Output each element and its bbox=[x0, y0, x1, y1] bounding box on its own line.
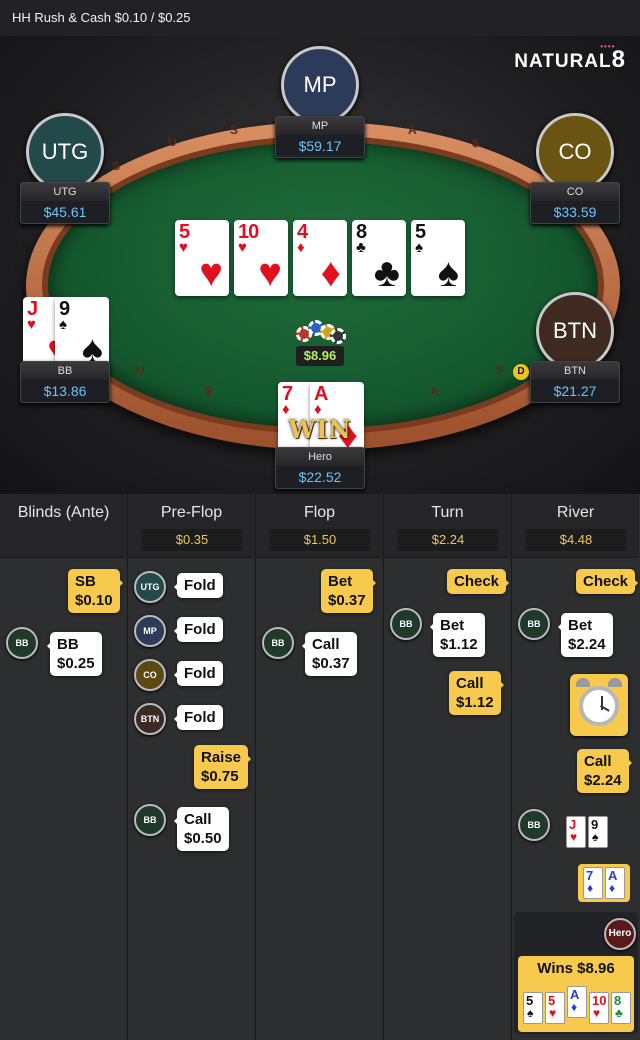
action-bubble: Fold bbox=[174, 573, 223, 598]
poker-table-area: NATURAL8 •••• S U A $ S U $ A S MP MP $59.… bbox=[0, 36, 640, 494]
action-history: Blinds (Ante) Pre-Flop $0.35 Flop $1.50 Tu… bbox=[0, 494, 640, 1040]
shown-card: J ♥ bbox=[566, 816, 586, 848]
seat-mp-nameplate: MP $59.17 bbox=[275, 116, 365, 158]
rail-text: $ bbox=[472, 136, 479, 150]
action-bubble: Check bbox=[447, 569, 510, 594]
board-card: 5 ♥ ♥ bbox=[175, 220, 229, 296]
position-badge-bb: BB bbox=[262, 627, 294, 659]
shown-card: A ♦ bbox=[605, 867, 625, 899]
win-badge: WIN bbox=[288, 415, 352, 444]
action-bubble: Call $1.12 bbox=[449, 671, 504, 715]
hand-history-title: HH Rush & Cash $0.10 / $0.25 bbox=[0, 0, 640, 36]
position-badge-btn: BTN bbox=[134, 703, 166, 735]
rail-text: S bbox=[230, 123, 239, 137]
position-badge-bb: BB bbox=[6, 627, 38, 659]
action-bubble: Bet $0.37 bbox=[321, 569, 376, 613]
action-bubble: Fold bbox=[174, 705, 223, 730]
action-bubble: Bet $1.12 bbox=[430, 613, 485, 657]
position-badge-bb: BB bbox=[134, 804, 166, 836]
action-bubble: Fold bbox=[174, 661, 223, 686]
action-bubble: Bet $2.24 bbox=[558, 613, 613, 657]
position-badge-utg: UTG bbox=[134, 571, 166, 603]
time-bank-alarm-clock-icon bbox=[570, 674, 628, 736]
street-title: Pre-Flop bbox=[160, 504, 223, 521]
position-badge-bb: BB bbox=[518, 608, 550, 640]
seat-utg-nameplate: UTG $45.61 bbox=[20, 182, 110, 224]
seat-co-nameplate: CO $33.59 bbox=[530, 182, 620, 224]
rail-text: U bbox=[136, 363, 145, 377]
best-hand-card: 5 ♥ bbox=[545, 992, 565, 1024]
best-hand-card: 8 ♣ bbox=[611, 992, 631, 1024]
action-bubble: Check bbox=[576, 569, 639, 594]
board-card: 8 ♣ ♣ bbox=[352, 220, 406, 296]
rail-text: S bbox=[112, 159, 121, 173]
rail-text: S bbox=[496, 363, 505, 377]
winner-panel: Hero Wins $8.96 5 ♠ 5 ♥ A ♦ 10 ♥ 8 ♣ bbox=[514, 912, 638, 1034]
seat-utg-avatar[interactable]: UTG bbox=[26, 113, 104, 191]
natural8-logo: NATURAL8 •••• bbox=[514, 42, 626, 73]
street-title: Blinds (Ante) bbox=[17, 504, 110, 521]
seat-bb-nameplate: BB $13.86 bbox=[20, 361, 110, 403]
shown-card: 7 ♦ bbox=[583, 867, 603, 899]
position-badge-co: CO bbox=[134, 659, 166, 691]
best-hand-card: 10 ♥ bbox=[589, 992, 609, 1024]
action-bubble: Call $0.37 bbox=[302, 632, 357, 676]
wins-amount: Wins $8.96 bbox=[537, 960, 615, 977]
position-badge-hero: Hero bbox=[604, 918, 636, 950]
board-card: 5 ♠ ♠ bbox=[411, 220, 465, 296]
street-title: River bbox=[556, 504, 595, 521]
action-bubble: BB $0.25 bbox=[47, 632, 102, 676]
position-badge-bb: BB bbox=[390, 608, 422, 640]
shown-card: 9 ♠ bbox=[588, 816, 608, 848]
seat-btn-avatar[interactable]: BTN bbox=[536, 292, 614, 370]
action-bubble: Call $2.24 bbox=[577, 749, 632, 793]
action-bubble: Fold bbox=[174, 617, 223, 642]
street-pot: $0.35 bbox=[142, 529, 242, 551]
street-title: Turn bbox=[431, 504, 464, 521]
seat-mp-avatar[interactable]: MP bbox=[281, 46, 359, 124]
rail-text: $ bbox=[205, 384, 212, 398]
rail-text: A bbox=[408, 123, 417, 137]
board-card: 4 ♦ ♦ bbox=[293, 220, 347, 296]
pot-amount: $8.96 bbox=[296, 346, 344, 366]
best-hand-card: 5 ♠ bbox=[523, 992, 543, 1024]
board-card: 10 ♥ ♥ bbox=[234, 220, 288, 296]
rail-text: A bbox=[430, 384, 439, 398]
seat-co-avatar[interactable]: CO bbox=[536, 113, 614, 191]
seat-btn-nameplate: BTN $21.27 bbox=[530, 361, 620, 403]
street-title: Flop bbox=[303, 504, 336, 521]
action-bubble: Raise $0.75 bbox=[194, 745, 252, 789]
seat-hero-nameplate: Hero $22.52 bbox=[275, 447, 365, 489]
action-bubble: Call $0.50 bbox=[174, 807, 229, 851]
best-hand-card: A ♦ bbox=[567, 986, 587, 1018]
action-bubble: SB $0.10 bbox=[68, 569, 123, 613]
dealer-button: D bbox=[513, 364, 529, 380]
street-pot: $4.48 bbox=[526, 529, 626, 551]
position-badge-bb: BB bbox=[518, 809, 550, 841]
rail-text: U bbox=[168, 135, 177, 149]
street-pot: $1.50 bbox=[270, 529, 370, 551]
pot-chips-icon bbox=[292, 316, 348, 346]
street-pot: $2.24 bbox=[398, 529, 498, 551]
position-badge-mp: MP bbox=[134, 615, 166, 647]
